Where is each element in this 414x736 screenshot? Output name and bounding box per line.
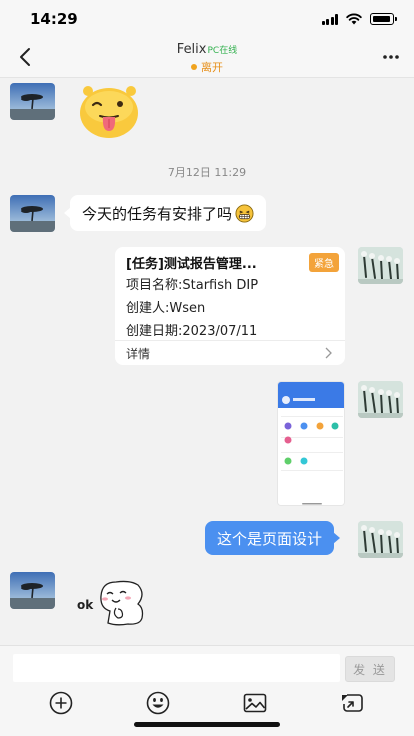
share-icon[interactable]	[339, 690, 365, 716]
wifi-icon	[346, 13, 362, 25]
message-bubble-incoming[interactable]: 今天的任务有安排了吗	[63, 195, 267, 231]
contact-avatar[interactable]	[10, 195, 55, 232]
contact-avatar[interactable]	[10, 83, 55, 120]
message-text: 今天的任务有安排了吗	[82, 204, 233, 223]
chevron-right-icon	[325, 347, 332, 359]
contact-title: FelixPC在线	[0, 42, 414, 57]
battery-icon	[370, 13, 397, 25]
ok-sticker: ok	[74, 578, 154, 628]
grin-emoji-icon	[235, 203, 254, 223]
contact-name: Felix	[176, 42, 207, 57]
chat-header: FelixPC在线 离开	[0, 38, 414, 78]
task-created-date: 创建日期:2023/07/11	[126, 324, 258, 339]
presence-dot-icon	[191, 64, 197, 70]
task-detail-link[interactable]: 详情	[126, 345, 150, 362]
home-indicator	[134, 722, 280, 727]
contact-avatar[interactable]	[10, 572, 55, 609]
image-icon[interactable]	[242, 690, 268, 716]
presence-label: 离开	[201, 61, 223, 74]
my-avatar[interactable]	[358, 381, 403, 418]
send-button[interactable]: 发 送	[345, 656, 395, 682]
presence-status: 离开	[0, 59, 414, 75]
image-message[interactable]	[277, 381, 345, 506]
message-text: 这个是页面设计	[217, 529, 323, 548]
blob-character-icon	[100, 580, 144, 626]
message-timestamp: 7月12日 11:29	[167, 166, 247, 179]
urgent-badge: 紧急	[309, 252, 339, 272]
task-project: 项目名称:Starfish DIP	[126, 278, 259, 293]
emoji-icon[interactable]	[145, 690, 171, 716]
more-dots-icon[interactable]	[382, 48, 400, 66]
task-card[interactable]: [任务]测试报告管理... 紧急 项目名称:Starfish DIP 创建人:W…	[115, 247, 345, 365]
my-avatar[interactable]	[358, 521, 403, 558]
sticker-text: ok	[77, 598, 94, 612]
signal-icon	[321, 13, 338, 25]
message-input[interactable]	[13, 654, 340, 682]
online-status: PC在线	[207, 46, 238, 56]
message-bubble-outgoing[interactable]: 这个是页面设计	[205, 521, 341, 555]
task-title: [任务]测试报告管理...	[126, 256, 257, 272]
plus-circle-icon[interactable]	[48, 690, 74, 716]
task-card-header: [任务]测试报告管理... 紧急	[126, 252, 339, 272]
my-avatar[interactable]	[358, 247, 403, 284]
divider	[115, 340, 345, 341]
tongue-emoji-sticker	[80, 86, 138, 138]
status-icons	[321, 13, 397, 25]
task-creator: 创建人:Wsen	[126, 301, 206, 316]
status-bar: 14:29	[0, 0, 414, 38]
status-time: 14:29	[30, 10, 78, 28]
